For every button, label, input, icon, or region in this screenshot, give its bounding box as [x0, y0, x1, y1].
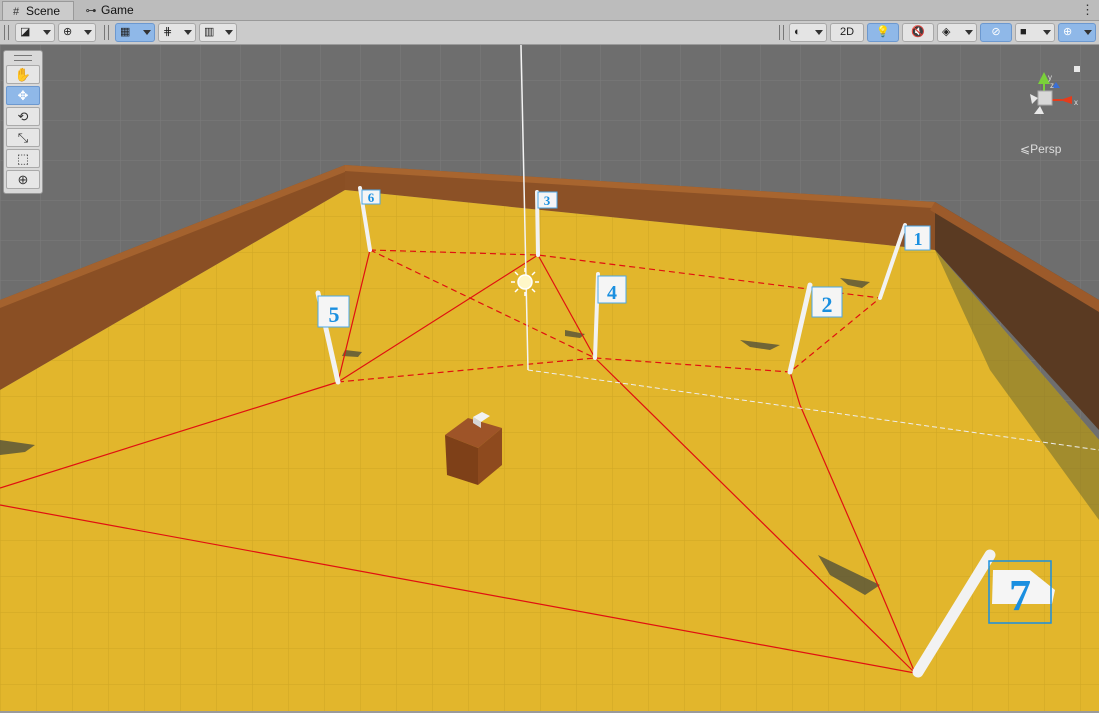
flag-5[interactable]: 5 — [317, 295, 350, 328]
camera-settings-dropdown[interactable]: ■ — [1015, 23, 1055, 42]
rotate-tool-button[interactable]: ⟲ — [6, 107, 40, 126]
grid-snapping-toggle[interactable]: ▦ — [115, 23, 155, 42]
scene-render[interactable]: 6 3 1 4 2 5 7 — [0, 45, 1099, 711]
projection-label: Persp — [1030, 142, 1062, 156]
gizmo-lock-icon[interactable] — [1074, 66, 1080, 72]
gamepad-icon: ⊶ — [85, 5, 97, 17]
more-options-icon[interactable]: ⋮ — [1081, 2, 1094, 18]
flag-2[interactable]: 2 — [811, 286, 843, 318]
draw-mode-icon: ◪ — [20, 26, 31, 38]
draw-mode-dropdown[interactable]: ◪ — [15, 23, 55, 42]
flag-2-number: 2 — [822, 292, 833, 317]
toolbar-separator — [104, 25, 105, 40]
scene-visibility-toggle[interactable]: ⊘ — [980, 23, 1012, 42]
flag-8-number: 6 — [368, 190, 375, 205]
gizmo-z-label: z — [1050, 81, 1054, 90]
flag-4[interactable]: 4 — [597, 275, 627, 304]
gizmo-x-label: x — [1074, 98, 1078, 107]
transform-icon: ⊕ — [17, 172, 29, 187]
hand-tool-button[interactable]: ✋ — [6, 65, 40, 84]
hand-icon: ✋ — [14, 67, 32, 82]
shading-mode-dropdown[interactable]: ◐ — [789, 23, 827, 42]
lighting-toggle[interactable]: 💡 — [867, 23, 899, 42]
projection-toggle[interactable]: ⩽Persp — [1020, 142, 1061, 156]
globe-icon: ⊕ — [63, 26, 73, 38]
grid-snap-icon: ▦ — [120, 26, 131, 38]
grid-visibility-icon: ▥ — [204, 26, 215, 38]
panel-grip-icon[interactable] — [14, 55, 32, 61]
orientation-gizmo[interactable]: y z x — [1010, 58, 1090, 138]
flag-1[interactable]: 1 — [904, 225, 931, 251]
tab-game-label: Game — [101, 3, 134, 17]
tab-bar: # Scene ⊶ Game ⋮ — [0, 0, 1099, 21]
toolbar-separator — [108, 25, 109, 40]
move-icon: ✥ — [17, 88, 29, 103]
toolbar-separator — [8, 25, 9, 40]
grid-icon: # — [12, 6, 20, 18]
flag-1-number: 1 — [914, 229, 923, 249]
gizmo-neg-x-cone[interactable] — [1030, 94, 1038, 104]
scale-tool-button[interactable]: ⤡ — [6, 128, 40, 147]
rect-transform-icon: ⬚ — [16, 151, 30, 166]
flag-5-number: 5 — [329, 302, 340, 327]
audio-toggle[interactable]: 🔇 — [902, 23, 934, 42]
move-tool-button[interactable]: ✥ — [6, 86, 40, 105]
persp-arrow-icon: ⩽ — [1020, 142, 1031, 156]
gizmo-center-cube[interactable] — [1037, 90, 1053, 106]
scale-icon: ⤡ — [17, 130, 29, 145]
toolbar-separator — [4, 25, 5, 40]
flag-7-number: 7 — [1009, 571, 1031, 620]
toolbar-separator — [779, 25, 780, 40]
gizmos-dropdown[interactable]: ⊕ — [1058, 23, 1096, 42]
2d-mode-button[interactable]: 2D — [830, 23, 864, 42]
grid-visibility-dropdown[interactable]: ▥ — [199, 23, 237, 42]
gizmo-globe-icon: ⊕ — [1063, 26, 1073, 38]
tab-scene[interactable]: # Scene — [2, 1, 74, 20]
tab-scene-label: Scene — [26, 4, 61, 18]
2d-mode-label: 2D — [839, 26, 855, 38]
flag-3[interactable]: 3 — [537, 191, 558, 209]
tab-game[interactable]: ⊶ Game — [78, 1, 148, 20]
audio-mute-icon: 🔇 — [911, 26, 925, 38]
layers-icon: ◈ — [942, 26, 951, 38]
scene-toolbar: ◪ ⊕ ▦ ⋕ ▥ ◐ 2D 💡 🔇 ◈ ⊘ ■ ⊕ — [0, 21, 1099, 45]
gizmo-neg-y-cone[interactable] — [1034, 106, 1044, 114]
rect-tool-button[interactable]: ⬚ — [6, 149, 40, 168]
effects-dropdown[interactable]: ◈ — [937, 23, 977, 42]
tool-overlay-panel: ✋ ✥ ⟲ ⤡ ⬚ ⊕ — [3, 50, 43, 194]
snap-increment-dropdown[interactable]: ⋕ — [158, 23, 196, 42]
toolbar-separator — [783, 25, 784, 40]
snap-increment-icon: ⋕ — [163, 26, 173, 38]
global-local-dropdown[interactable]: ⊕ — [58, 23, 96, 42]
scene-viewport[interactable]: 6 3 1 4 2 5 7 — [0, 45, 1099, 711]
flag-4-number: 4 — [607, 282, 617, 304]
shading-sphere-icon: ◐ — [794, 26, 801, 38]
lightbulb-icon: 💡 — [876, 26, 890, 38]
rotate-icon: ⟲ — [17, 109, 29, 124]
flag-8[interactable]: 6 — [361, 189, 381, 205]
transform-tool-button[interactable]: ⊕ — [6, 170, 40, 189]
visibility-icon: ⊘ — [991, 26, 1001, 38]
flag-3-number: 3 — [544, 193, 551, 208]
camera-icon: ■ — [1020, 26, 1027, 38]
